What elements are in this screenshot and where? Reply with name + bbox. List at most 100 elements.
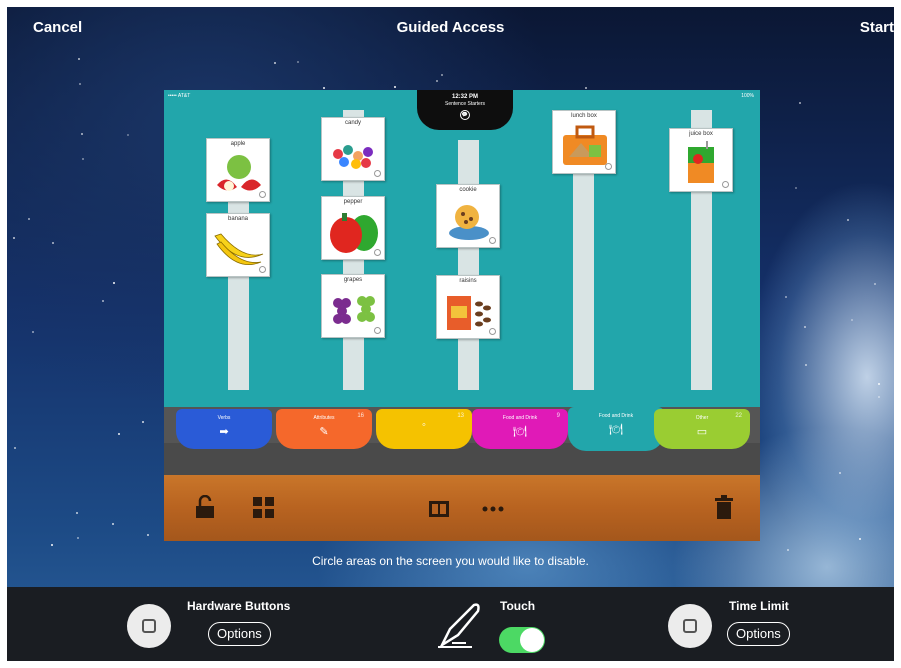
- card-settings-icon: [374, 170, 381, 177]
- star: [81, 133, 83, 135]
- filmstrip-icon[interactable]: [429, 501, 449, 517]
- paint-icon: ✎: [319, 426, 329, 438]
- star: [805, 364, 807, 366]
- hardware-options-button[interactable]: Options: [208, 622, 271, 646]
- star: [795, 187, 797, 189]
- clock-label: 12:32 PM: [451, 94, 478, 100]
- fork-knife-icon: 🍽: [513, 426, 527, 438]
- category-icon: ◦: [422, 419, 426, 431]
- tab-other[interactable]: 22 Other ▭: [654, 409, 750, 449]
- time-limit-label: Time Limit: [729, 599, 789, 613]
- tab-count: 9: [556, 413, 560, 419]
- tab-count: 16: [357, 413, 364, 419]
- card-juice-box[interactable]: juice box: [669, 128, 733, 192]
- wood-toolbar: [164, 475, 760, 541]
- tab-attributes[interactable]: 16 Attributes ✎: [276, 409, 372, 449]
- card-settings-icon: [374, 249, 381, 256]
- top-bar: Cancel Guided Access Start: [7, 7, 894, 47]
- tab-yellow-category[interactable]: 13 ◦: [376, 409, 472, 449]
- star: [102, 300, 104, 302]
- speech-bubble-icon: 💬: [460, 110, 470, 120]
- screen-frame: Cancel Guided Access Start ••••• AT&T 10…: [0, 0, 901, 668]
- tab-count: 22: [735, 413, 742, 419]
- tab-count: 13: [457, 413, 464, 419]
- card-label: banana: [227, 216, 249, 222]
- bottom-options-panel: Hardware Buttons Options Touch Time Limi…: [7, 587, 894, 661]
- checkbox-icon: [683, 619, 697, 633]
- card-settings-icon: [722, 181, 729, 188]
- banana-icon: [214, 233, 264, 266]
- app-preview[interactable]: ••••• AT&T 100% 12:32 PM Sentence Starte…: [164, 90, 760, 541]
- star: [441, 74, 443, 76]
- sentence-starters-label: Sentence Starters: [444, 101, 486, 107]
- star: [77, 537, 79, 539]
- tab-food-and-drink-1[interactable]: 9 Food and Drink 🍽: [472, 409, 568, 449]
- card-label: grapes: [343, 277, 363, 283]
- star: [787, 549, 789, 551]
- star: [32, 331, 34, 333]
- tab-food-and-drink-selected[interactable]: Food and Drink 🍽: [568, 407, 664, 451]
- star: [394, 86, 396, 88]
- card-banana[interactable]: banana: [206, 213, 270, 277]
- apple-icon: [217, 155, 261, 191]
- star: [142, 421, 144, 423]
- grid-icon[interactable]: [253, 497, 275, 519]
- tab-label: Food and Drink: [502, 415, 538, 421]
- fork-knife-icon: 🍽: [609, 424, 623, 436]
- star: [785, 296, 787, 298]
- folder-icon: ▭: [696, 426, 708, 438]
- card-label: apple: [230, 141, 246, 147]
- card-settings-icon: [489, 328, 496, 335]
- card-pepper[interactable]: pepper: [321, 196, 385, 260]
- star: [113, 282, 115, 284]
- card-label: candy: [344, 120, 361, 126]
- start-button[interactable]: Start: [860, 19, 894, 36]
- star: [76, 512, 78, 514]
- raisins-icon: [447, 296, 491, 330]
- card-cookie[interactable]: cookie: [436, 184, 500, 248]
- card-label: juice box: [689, 131, 713, 137]
- arrow-right-icon: ➡: [219, 426, 229, 438]
- time-limit-toggle[interactable]: [668, 604, 712, 648]
- trash-icon[interactable]: [715, 495, 733, 519]
- sentence-strip-3[interactable]: [458, 140, 479, 390]
- card-lunch-box[interactable]: lunch box: [552, 110, 616, 174]
- card-raisins[interactable]: raisins: [436, 275, 500, 339]
- star: [297, 61, 299, 63]
- juice-box-icon: [688, 141, 714, 183]
- pepper-icon: [330, 213, 378, 253]
- battery-label: 100%: [741, 93, 754, 99]
- star: [878, 383, 880, 385]
- card-grapes[interactable]: grapes: [321, 274, 385, 338]
- star: [28, 218, 30, 220]
- touch-hand-icon: [438, 603, 480, 649]
- tab-verbs[interactable]: Verbs ➡: [176, 409, 272, 449]
- card-settings-icon: [374, 327, 381, 334]
- more-icon[interactable]: [482, 506, 504, 512]
- unlock-icon[interactable]: [194, 495, 216, 519]
- hardware-buttons-toggle[interactable]: [127, 604, 171, 648]
- star: [874, 283, 876, 285]
- star: [118, 433, 120, 435]
- star: [585, 87, 587, 89]
- star: [847, 219, 849, 221]
- touch-toggle-switch[interactable]: [499, 627, 545, 653]
- star: [799, 102, 801, 104]
- star: [14, 447, 16, 449]
- time-limit-options-button[interactable]: Options: [727, 622, 790, 646]
- candy-icon: [333, 145, 373, 169]
- star: [436, 80, 438, 82]
- tab-label: Verbs: [217, 415, 231, 421]
- star: [13, 237, 15, 239]
- sentence-starters-tab[interactable]: 12:32 PM Sentence Starters 💬: [417, 90, 513, 130]
- card-candy[interactable]: candy: [321, 117, 385, 181]
- star: [804, 326, 806, 328]
- card-apple[interactable]: apple: [206, 138, 270, 202]
- star: [274, 62, 276, 64]
- cookie-icon: [449, 205, 489, 240]
- star: [839, 472, 841, 474]
- star: [323, 87, 325, 89]
- star: [79, 83, 81, 85]
- star: [878, 396, 880, 398]
- card-settings-icon: [605, 163, 612, 170]
